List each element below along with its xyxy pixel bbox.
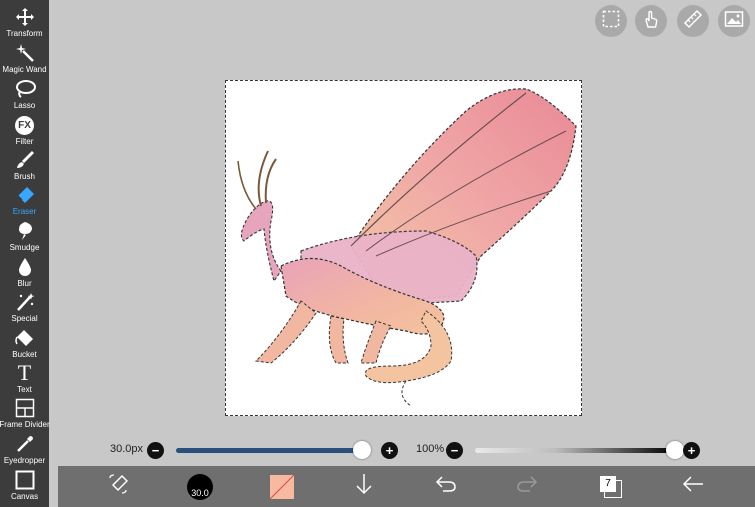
tool-label: Brush <box>14 172 35 181</box>
brush-size-slider-track[interactable] <box>176 448 366 453</box>
minus-icon: − <box>450 443 459 458</box>
arrow-down-icon <box>355 473 373 500</box>
tool-label: Filter <box>15 137 34 146</box>
tool-blur[interactable]: Blur <box>0 256 49 291</box>
brush-size-value: 30.0px <box>110 443 144 455</box>
minus-icon: − <box>151 443 160 458</box>
layers-icon: 7 <box>600 475 622 498</box>
tool-label: Blur <box>17 279 32 288</box>
brush-size-badge-text: 30.0 <box>187 473 213 500</box>
tool-eraser[interactable]: Eraser <box>0 184 49 219</box>
tool-label: Text <box>17 385 32 394</box>
tool-text[interactable]: T Text <box>0 362 49 397</box>
brush-size-badge[interactable]: 30.0 <box>185 466 215 507</box>
opacity-slider-track[interactable] <box>475 448 675 453</box>
text-icon: T <box>17 360 32 385</box>
tool-bucket[interactable]: Bucket <box>0 327 49 362</box>
bottom-bar: 30.0 7 <box>58 466 755 507</box>
tool-label: Smudge <box>9 243 40 252</box>
hand-gesture-icon <box>641 9 661 34</box>
image-icon <box>724 9 744 34</box>
undo-button[interactable] <box>433 466 459 507</box>
opacity-slider-knob[interactable] <box>666 441 684 459</box>
dragon-artwork <box>237 88 577 407</box>
frame-divider-icon <box>14 397 36 419</box>
undo-icon <box>435 475 457 498</box>
image-button[interactable] <box>718 5 750 37</box>
redo-button[interactable] <box>514 466 540 507</box>
move-arrows-icon <box>14 6 36 28</box>
ruler-icon <box>683 9 703 34</box>
tool-bar: Transform Magic Wand Lasso FX Filter Bru… <box>0 0 50 507</box>
download-button[interactable] <box>352 466 376 507</box>
tool-label: Magic Wand <box>2 65 47 74</box>
brush-icon <box>14 149 36 171</box>
tool-filter[interactable]: FX Filter <box>0 114 49 149</box>
color-swatch <box>270 474 294 499</box>
tool-label: Lasso <box>13 101 36 110</box>
opacity-decrease-button[interactable]: − <box>446 442 463 459</box>
redo-icon <box>516 475 538 498</box>
bucket-icon <box>14 327 36 349</box>
tool-transform[interactable]: Transform <box>0 6 49 41</box>
tool-label: Frame Divider <box>0 420 50 429</box>
brush-size-decrease-button[interactable]: − <box>147 442 164 459</box>
blur-drop-icon <box>14 256 36 278</box>
tool-label: Canvas <box>10 492 39 501</box>
color-swatch-button[interactable] <box>269 466 295 507</box>
brush-size-increase-button[interactable]: + <box>381 442 398 459</box>
plus-icon: + <box>385 443 394 458</box>
drawing-canvas[interactable] <box>225 80 582 416</box>
layer-count: 7 <box>600 475 616 492</box>
tool-canvas[interactable]: Canvas <box>0 469 49 504</box>
selection-icon <box>602 10 620 33</box>
tool-label: Eyedropper <box>3 456 46 465</box>
eraser-icon <box>14 184 36 206</box>
tool-magic-wand[interactable]: Magic Wand <box>0 42 49 77</box>
tool-brush[interactable]: Brush <box>0 149 49 184</box>
magic-wand-icon <box>14 42 36 64</box>
opacity-value: 100% <box>416 443 445 455</box>
tool-smudge[interactable]: Smudge <box>0 220 49 255</box>
smudge-icon <box>14 220 36 242</box>
eyedropper-icon <box>14 433 36 455</box>
back-button[interactable] <box>680 466 706 507</box>
fx-icon: FX <box>14 114 36 136</box>
brush-eraser-swap-icon <box>106 472 130 501</box>
selection-button[interactable] <box>595 5 627 37</box>
opacity-increase-button[interactable]: + <box>683 442 700 459</box>
tool-switch-button[interactable] <box>103 466 133 507</box>
hand-gesture-button[interactable] <box>635 5 667 37</box>
tool-frame-divider[interactable]: Frame Divider <box>0 397 50 432</box>
brush-size-slider-knob[interactable] <box>353 441 372 459</box>
tool-label: Eraser <box>12 207 37 216</box>
canvas-icon <box>14 469 36 491</box>
tool-label: Transform <box>6 29 43 38</box>
plus-icon: + <box>687 443 696 458</box>
tool-label: Bucket <box>12 350 37 359</box>
arrow-left-icon <box>682 475 704 498</box>
tool-special[interactable]: Special <box>0 291 49 326</box>
special-wand-icon <box>14 291 36 313</box>
ruler-button[interactable] <box>677 5 709 37</box>
tool-label: Special <box>11 314 38 323</box>
lasso-icon <box>14 78 36 100</box>
tool-lasso[interactable]: Lasso <box>0 78 49 113</box>
layers-button[interactable]: 7 <box>598 466 624 507</box>
tool-eyedropper[interactable]: Eyedropper <box>0 433 49 468</box>
